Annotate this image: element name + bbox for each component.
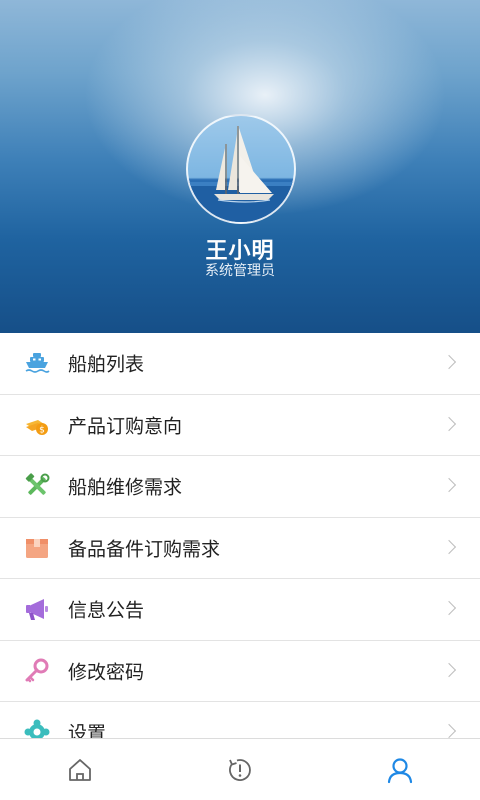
menu-item-settings[interactable]: 设置 xyxy=(0,702,480,738)
coins-icon: $ xyxy=(26,419,48,435)
key-icon xyxy=(25,658,49,682)
chevron-right-icon xyxy=(441,662,457,677)
avatar[interactable] xyxy=(186,114,296,224)
menu-item-announcements[interactable]: 信息公告 xyxy=(0,579,480,641)
profile-header: 王小明 系统管理员 xyxy=(0,0,480,333)
menu-item-change-password[interactable]: 修改密码 xyxy=(0,640,480,702)
menu-item-label: 备品备件订购需求 xyxy=(68,538,221,561)
menu-item-label: 船舶维修需求 xyxy=(68,476,183,499)
menu-item-label: 信息公告 xyxy=(68,599,145,622)
bottom-tab-bar xyxy=(0,738,480,800)
sailboat-image xyxy=(188,126,294,222)
tools-icon xyxy=(25,473,50,496)
menu-item-product-order-intent[interactable]: $ 产品订购意向 xyxy=(0,394,480,456)
megaphone-icon xyxy=(26,599,48,621)
chevron-right-icon xyxy=(441,355,457,370)
ship-icon xyxy=(25,353,50,374)
chevron-right-icon xyxy=(441,724,457,738)
gear-icon xyxy=(24,719,50,738)
box-icon xyxy=(26,538,48,558)
alert-refresh-icon xyxy=(229,759,251,781)
menu-item-ship-list[interactable]: 船舶列表 xyxy=(0,333,480,395)
home-icon xyxy=(69,759,91,781)
user-icon xyxy=(387,758,413,784)
menu-item-ship-repair-request[interactable]: 船舶维修需求 xyxy=(0,456,480,518)
chevron-right-icon xyxy=(441,478,457,493)
menu-item-label: 产品订购意向 xyxy=(68,415,183,438)
menu-list: 船舶列表 $ 产品订购意向 船舶维修需求 备品备件订购需求 信息公告 修改密码 … xyxy=(0,333,480,738)
menu-item-label: 船舶列表 xyxy=(68,353,145,376)
tab-notifications[interactable] xyxy=(160,739,320,800)
menu-item-label: 修改密码 xyxy=(68,661,145,684)
menu-item-label: 设置 xyxy=(68,722,107,738)
user-role: 系统管理员 xyxy=(205,263,275,279)
menu-item-spare-parts-order[interactable]: 备品备件订购需求 xyxy=(0,517,480,579)
svg-text:$: $ xyxy=(39,425,45,435)
tab-home[interactable] xyxy=(0,739,160,800)
chevron-right-icon xyxy=(441,601,457,616)
chevron-right-icon xyxy=(441,539,457,554)
chevron-right-icon xyxy=(441,416,457,431)
tab-profile[interactable] xyxy=(320,739,480,800)
